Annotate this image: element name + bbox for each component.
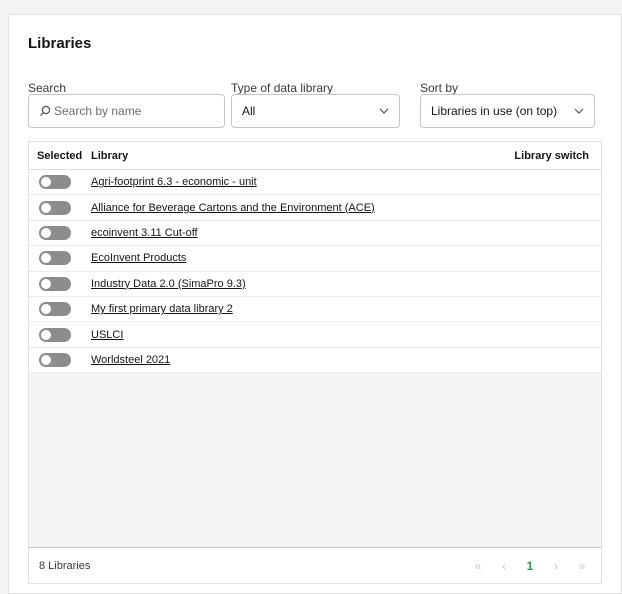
library-toggle[interactable]	[39, 200, 71, 215]
library-count: 8 Libraries	[39, 559, 91, 572]
library-link[interactable]: Agri-footprint 6.3 - economic - unit	[91, 176, 257, 188]
table-row: Alliance for Beverage Cartons and the En…	[29, 195, 601, 221]
search-label: Search	[28, 81, 67, 95]
header-selected: Selected	[37, 149, 83, 162]
table-row: Industry Data 2.0 (SimaPro 9.3)	[29, 271, 601, 297]
type-select-value: All	[242, 104, 256, 118]
libraries-panel: Libraries Search Type of data library Al…	[8, 14, 622, 594]
search-field[interactable]	[28, 94, 225, 128]
library-toggle[interactable]	[39, 352, 71, 367]
libraries-table: Selected Library Library switch Agri-foo…	[28, 141, 602, 584]
library-link[interactable]: Worldsteel 2021	[91, 354, 170, 366]
sort-label: Sort by	[420, 81, 459, 95]
library-link[interactable]: Alliance for Beverage Cartons and the En…	[91, 202, 375, 214]
library-toggle[interactable]	[39, 276, 71, 291]
library-toggle[interactable]	[39, 175, 71, 190]
first-page-button[interactable]: «	[465, 559, 491, 573]
table-footer: 8 Libraries « ‹ 1 › »	[29, 547, 601, 583]
chevron-down-icon	[574, 105, 584, 117]
table-header: Selected Library Library switch	[29, 142, 601, 170]
type-label: Type of data library	[231, 81, 334, 95]
library-link[interactable]: Industry Data 2.0 (SimaPro 9.3)	[91, 278, 246, 290]
library-link[interactable]: ecoinvent 3.11 Cut-off	[91, 227, 198, 239]
search-icon	[39, 105, 51, 117]
library-toggle[interactable]	[39, 225, 71, 240]
header-library-switch: Library switch	[514, 149, 589, 162]
pagination: « ‹ 1 › »	[465, 559, 595, 573]
sort-select-value: Libraries in use (on top)	[431, 104, 558, 118]
current-page-button[interactable]: 1	[517, 559, 543, 573]
table-row: Agri-footprint 6.3 - economic - unit	[29, 170, 601, 196]
library-link[interactable]: My first primary data library 2	[91, 303, 233, 315]
chevron-down-icon	[379, 105, 389, 117]
table-row: USLCI	[29, 322, 601, 348]
header-library: Library	[91, 149, 129, 162]
page-title: Libraries	[28, 35, 92, 52]
table-row: EcoInvent Products	[29, 246, 601, 272]
library-toggle[interactable]	[39, 302, 71, 317]
prev-page-button[interactable]: ‹	[491, 559, 517, 573]
library-toggle[interactable]	[39, 327, 71, 342]
library-link[interactable]: EcoInvent Products	[91, 252, 186, 264]
last-page-button[interactable]: »	[569, 559, 595, 573]
library-link[interactable]: USLCI	[91, 329, 123, 341]
type-select[interactable]: All	[231, 94, 400, 128]
library-toggle[interactable]	[39, 251, 71, 266]
next-page-button[interactable]: ›	[543, 559, 569, 573]
sort-select[interactable]: Libraries in use (on top)	[420, 94, 595, 128]
table-row: My first primary data library 2	[29, 296, 601, 323]
table-row: ecoinvent 3.11 Cut-off	[29, 220, 601, 247]
search-input[interactable]	[54, 104, 214, 118]
table-row: Worldsteel 2021	[29, 347, 601, 374]
